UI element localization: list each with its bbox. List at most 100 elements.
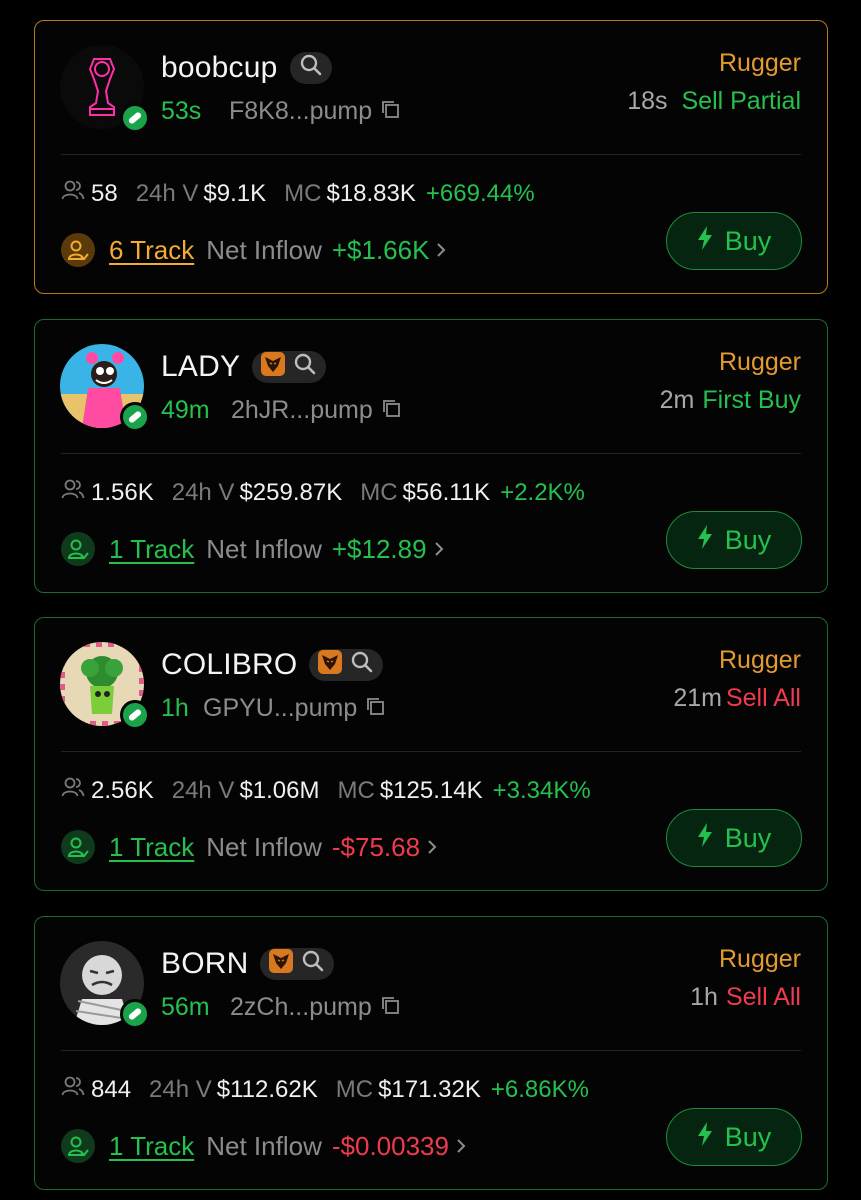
- token-name-row: LADY: [161, 350, 327, 384]
- token-tags: [260, 947, 335, 981]
- holders-count: 844: [91, 1075, 132, 1103]
- token-address-text: F8K8...pump: [229, 97, 373, 125]
- track-link[interactable]: 1 Track: [109, 534, 194, 565]
- mc-value: $171.32K: [378, 1075, 481, 1103]
- chevron-right-icon[interactable]: [435, 235, 447, 266]
- buy-button[interactable]: Buy: [666, 1108, 802, 1166]
- holders-count: 2.56K: [91, 776, 154, 804]
- token-address[interactable]: 2zCh...pump: [230, 993, 400, 1022]
- track-link[interactable]: 1 Track: [109, 1131, 194, 1162]
- last-action: 21m Sell All: [673, 684, 801, 713]
- volume-value: $259.87K: [239, 478, 343, 506]
- token-card-boobcup[interactable]: boobcup 53s F8K8...pump Rugger 18s Sell …: [34, 20, 828, 294]
- token-address[interactable]: 2hJR...pump: [231, 396, 401, 425]
- token-name: boobcup: [161, 51, 278, 84]
- net-inflow-value[interactable]: -$75.68: [332, 832, 420, 863]
- token-avatar[interactable]: [60, 344, 150, 432]
- holders-count: 1.56K: [91, 478, 154, 506]
- search-icon[interactable]: [299, 51, 323, 85]
- mc-label: MC: [335, 1075, 374, 1103]
- search-icon[interactable]: [293, 350, 317, 384]
- pill-icon: [120, 402, 150, 432]
- eagle-badge-icon: [269, 947, 294, 981]
- chevron-right-icon[interactable]: [426, 832, 438, 863]
- lightning-icon: [697, 1121, 713, 1154]
- copy-icon[interactable]: [380, 97, 400, 126]
- token-avatar[interactable]: [60, 45, 150, 133]
- pill-icon: [120, 103, 150, 133]
- action-time: 1h: [690, 983, 718, 1011]
- chevron-right-icon[interactable]: [455, 1131, 467, 1162]
- track-link[interactable]: 1 Track: [109, 832, 194, 863]
- track-row: 1 Track Net Inflow +$12.89: [61, 532, 445, 566]
- chevron-right-icon[interactable]: [433, 534, 445, 565]
- lightning-icon: [697, 822, 713, 855]
- token-name: COLIBRO: [161, 648, 298, 681]
- mc-value: $125.14K: [379, 776, 483, 804]
- net-inflow-value[interactable]: +$1.66K: [332, 235, 430, 266]
- net-inflow-value[interactable]: +$12.89: [332, 534, 427, 565]
- status-label: Rugger: [719, 646, 801, 674]
- volume-value: $9.1K: [203, 179, 267, 207]
- action-label: First Buy: [702, 386, 801, 414]
- token-name-row: COLIBRO: [161, 648, 384, 682]
- divider: [61, 453, 801, 454]
- net-inflow-label: Net Inflow: [206, 533, 322, 564]
- divider: [61, 154, 801, 155]
- copy-icon[interactable]: [365, 694, 385, 723]
- change-percent: +6.86K%: [490, 1075, 589, 1103]
- stats-row: 1.56K 24h V $259.87K MC $56.11K +2.2K%: [61, 478, 585, 507]
- status-label: Rugger: [719, 945, 801, 973]
- mc-value: $56.11K: [402, 478, 491, 506]
- mc-label: MC: [337, 776, 375, 804]
- token-name: LADY: [161, 350, 241, 383]
- track-user-icon: [61, 532, 95, 566]
- buy-button[interactable]: Buy: [666, 212, 802, 270]
- token-age: 49m: [161, 396, 210, 424]
- token-address[interactable]: GPYU...pump: [203, 694, 385, 723]
- buy-label: Buy: [724, 524, 772, 555]
- stats-row: 844 24h V $112.62K MC $171.32K +6.86K%: [61, 1075, 589, 1104]
- token-avatar[interactable]: [60, 941, 150, 1029]
- divider: [61, 1050, 801, 1051]
- search-icon[interactable]: [350, 648, 374, 682]
- token-tags: [289, 51, 332, 85]
- buy-button[interactable]: Buy: [666, 511, 802, 569]
- change-percent: +3.34K%: [492, 776, 591, 804]
- volume-label: 24h V: [171, 776, 235, 804]
- token-age: 53s: [161, 97, 202, 125]
- net-inflow-value[interactable]: -$0.00339: [332, 1131, 449, 1162]
- token-tags: [252, 350, 327, 384]
- token-avatar[interactable]: [60, 642, 150, 730]
- lightning-icon: [697, 225, 713, 258]
- net-inflow-label: Net Inflow: [206, 234, 322, 265]
- token-card-colibro[interactable]: COLIBRO 1h GPYU...pump Rugger 21m Sell A…: [34, 617, 828, 891]
- buy-label: Buy: [724, 1121, 772, 1152]
- copy-icon[interactable]: [380, 993, 400, 1022]
- token-card-born[interactable]: BORN 56m 2zCh...pump Rugger 1h Sell All …: [34, 916, 828, 1190]
- track-user-icon: [61, 1129, 95, 1163]
- token-address[interactable]: F8K8...pump: [229, 97, 400, 126]
- buy-button[interactable]: Buy: [666, 809, 802, 867]
- action-label: Sell All: [725, 684, 801, 712]
- track-link[interactable]: 6 Track: [109, 235, 194, 266]
- status-label: Rugger: [719, 49, 801, 77]
- token-name-row: BORN: [161, 947, 335, 981]
- action-time: 2m: [659, 386, 695, 414]
- change-percent: +2.2K%: [500, 478, 585, 506]
- pill-icon: [120, 999, 150, 1029]
- buy-label: Buy: [724, 225, 772, 256]
- track-user-icon: [61, 233, 95, 267]
- token-name: BORN: [161, 947, 249, 980]
- volume-label: 24h V: [149, 1075, 212, 1103]
- holders-icon: [61, 776, 85, 805]
- stats-row: 2.56K 24h V $1.06M MC $125.14K +3.34K%: [61, 776, 591, 805]
- holders-count: 58: [91, 179, 118, 207]
- holders-icon: [61, 478, 85, 507]
- eagle-badge-icon: [318, 648, 343, 682]
- token-card-lady[interactable]: LADY 49m 2hJR...pump Rugger 2m First Buy…: [34, 319, 828, 593]
- search-icon[interactable]: [301, 947, 325, 981]
- mc-label: MC: [284, 179, 322, 207]
- copy-icon[interactable]: [381, 396, 401, 425]
- token-name-row: boobcup: [161, 51, 332, 85]
